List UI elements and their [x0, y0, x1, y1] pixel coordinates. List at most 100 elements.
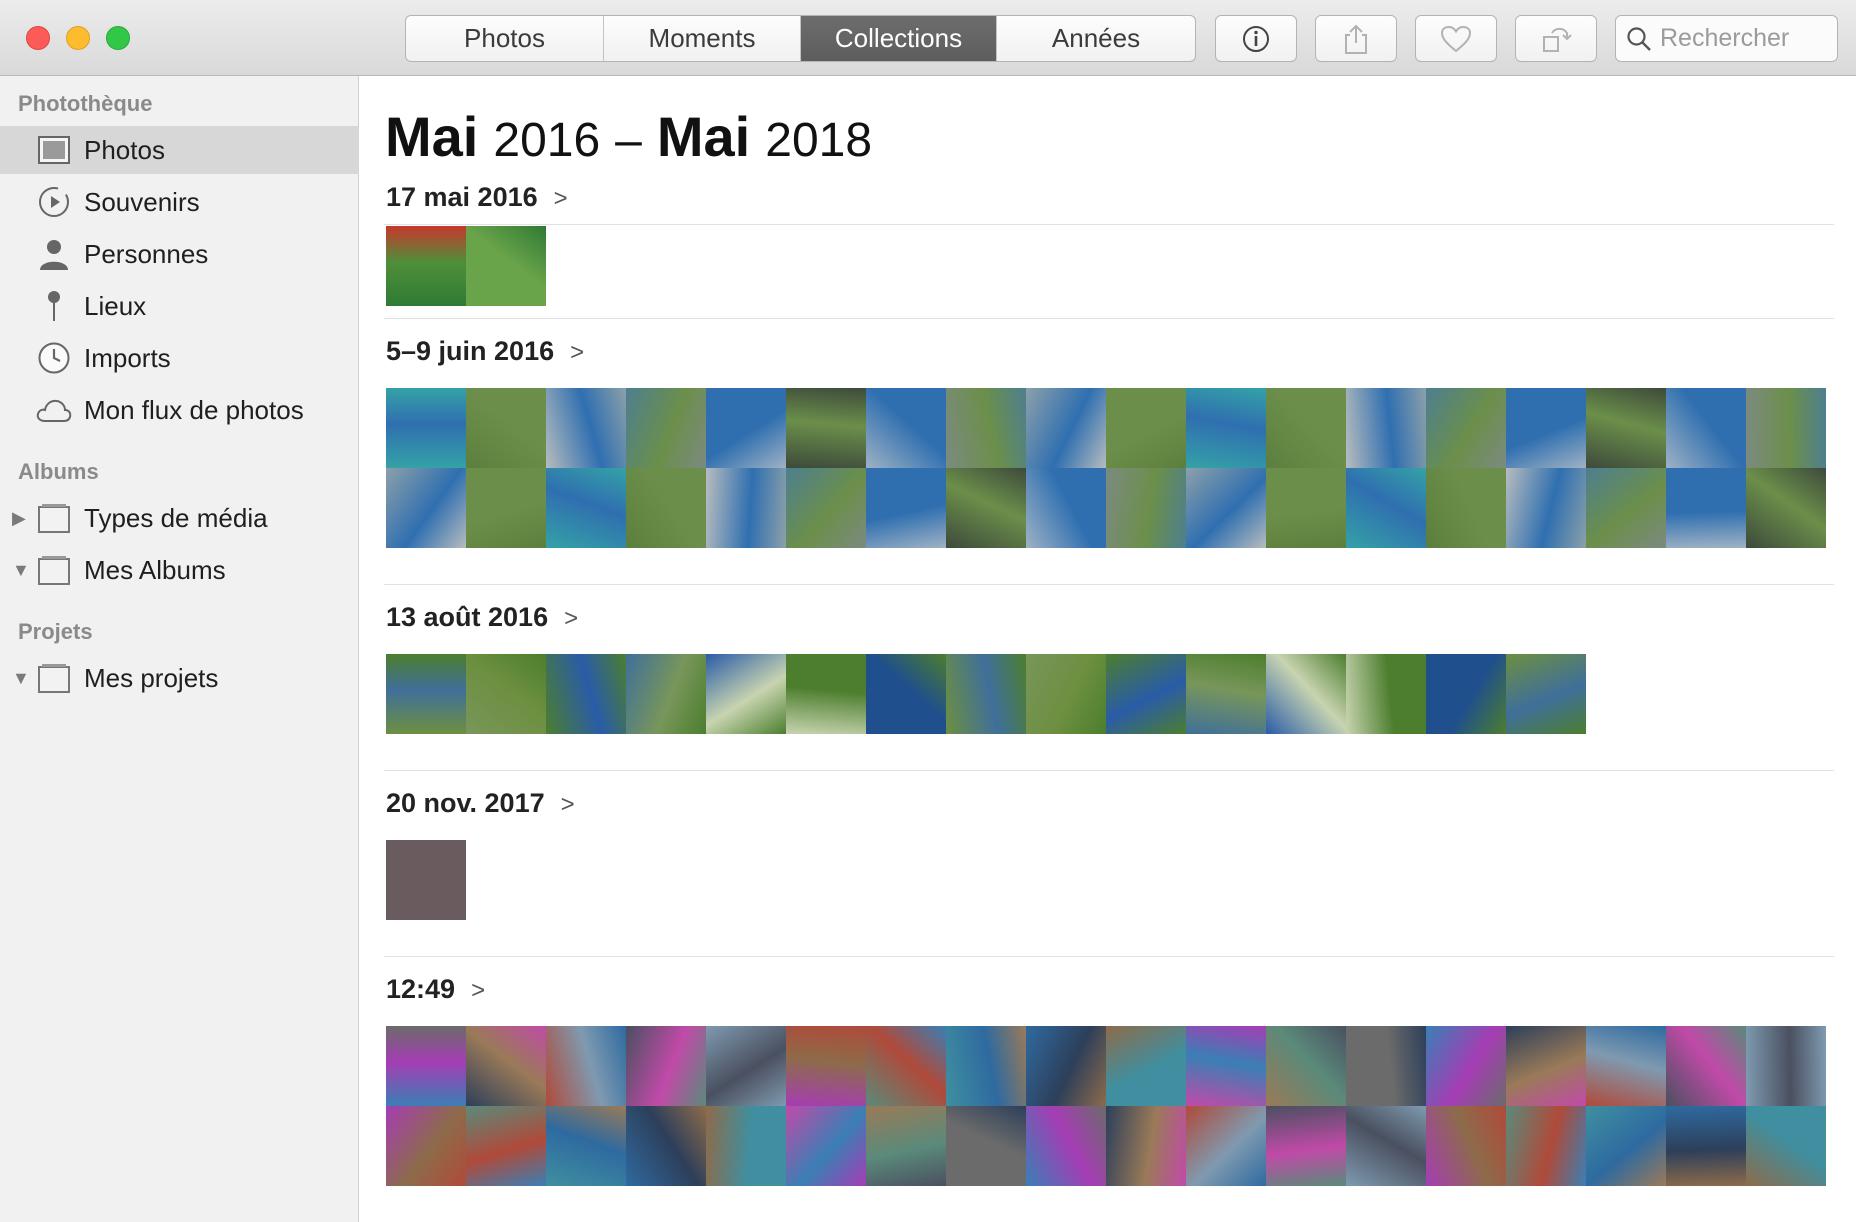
photo-thumbnail[interactable] [786, 388, 866, 468]
photo-thumbnail[interactable] [946, 468, 1026, 548]
photo-thumbnail[interactable] [1266, 654, 1346, 734]
photo-thumbnail[interactable] [1026, 654, 1106, 734]
photo-thumbnail[interactable] [1426, 1106, 1506, 1186]
photo-thumbnail[interactable] [1746, 388, 1826, 468]
chevron-right-icon[interactable]: > [554, 185, 568, 213]
photo-thumbnail[interactable] [466, 226, 546, 306]
tab-collections[interactable]: Collections [801, 16, 997, 61]
photo-thumbnail[interactable] [626, 654, 706, 734]
photo-thumbnail[interactable] [946, 654, 1026, 734]
photo-thumbnail[interactable] [1026, 1106, 1106, 1186]
photo-thumbnail[interactable] [1346, 468, 1426, 548]
photo-thumbnail[interactable] [1506, 654, 1586, 734]
photo-thumbnail[interactable] [386, 468, 466, 548]
disclosure-down-icon[interactable]: ▼ [12, 668, 30, 689]
photo-thumbnail[interactable] [1346, 1026, 1426, 1106]
photo-thumbnail[interactable] [626, 388, 706, 468]
sidebar-item-imports[interactable]: Imports [0, 334, 359, 382]
photo-thumbnail[interactable] [546, 468, 626, 548]
photo-thumbnail[interactable] [386, 654, 466, 734]
photo-thumbnail[interactable] [1106, 1026, 1186, 1106]
sidebar-item-mes-projets[interactable]: ▼ Mes projets [0, 654, 359, 702]
minimize-window-button[interactable] [66, 26, 90, 50]
chevron-right-icon[interactable]: > [561, 791, 575, 819]
photo-thumbnail[interactable] [1186, 388, 1266, 468]
photo-thumbnail[interactable] [626, 1106, 706, 1186]
collection-header[interactable]: 17 mai 2016 > [386, 182, 568, 213]
sidebar-item-photos[interactable]: Photos [0, 126, 359, 174]
photo-thumbnail[interactable] [1426, 654, 1506, 734]
tab-photos[interactable]: Photos [406, 16, 604, 61]
sidebar-item-lieux[interactable]: Lieux [0, 282, 359, 330]
photo-thumbnail[interactable] [466, 1106, 546, 1186]
sidebar-item-types-de-media[interactable]: ▶ Types de média [0, 494, 359, 542]
photo-thumbnail[interactable] [706, 1026, 786, 1106]
photo-thumbnail[interactable] [1346, 1106, 1426, 1186]
photo-thumbnail[interactable] [1586, 468, 1666, 548]
photo-thumbnail[interactable] [1666, 1106, 1746, 1186]
photo-thumbnail[interactable] [386, 388, 466, 468]
photo-thumbnail[interactable] [1346, 654, 1426, 734]
search-input[interactable] [1660, 24, 1830, 53]
photo-thumbnail[interactable] [1426, 1026, 1506, 1106]
photo-thumbnail[interactable] [1186, 654, 1266, 734]
photo-thumbnail[interactable] [546, 388, 626, 468]
photo-thumbnail[interactable] [626, 468, 706, 548]
photo-thumbnail[interactable] [1666, 388, 1746, 468]
collection-header[interactable]: 5–9 juin 2016 > [386, 336, 584, 367]
photo-thumbnail[interactable] [946, 388, 1026, 468]
photo-thumbnail[interactable] [786, 1106, 866, 1186]
photo-thumbnail[interactable] [546, 1106, 626, 1186]
photo-thumbnail[interactable] [866, 468, 946, 548]
photo-thumbnail[interactable] [1106, 468, 1186, 548]
photo-thumbnail[interactable] [706, 468, 786, 548]
photo-thumbnail[interactable] [1186, 1026, 1266, 1106]
photo-thumbnail[interactable] [1506, 388, 1586, 468]
photo-thumbnail[interactable] [1266, 1026, 1346, 1106]
chevron-right-icon[interactable]: > [564, 605, 578, 633]
photo-thumbnail[interactable] [1026, 1026, 1106, 1106]
photo-thumbnail[interactable] [786, 468, 866, 548]
photo-thumbnail[interactable] [1666, 1026, 1746, 1106]
photo-thumbnail[interactable] [1346, 388, 1426, 468]
photo-thumbnail[interactable] [626, 1026, 706, 1106]
photo-thumbnail[interactable] [866, 1106, 946, 1186]
photo-thumbnail[interactable] [466, 468, 546, 548]
photo-thumbnail[interactable] [866, 1026, 946, 1106]
info-button[interactable] [1215, 15, 1297, 62]
photo-thumbnail[interactable] [1746, 1106, 1826, 1186]
photo-thumbnail[interactable] [706, 388, 786, 468]
share-button[interactable] [1315, 15, 1397, 62]
sidebar-item-souvenirs[interactable]: Souvenirs [0, 178, 359, 226]
photo-thumbnail[interactable] [546, 654, 626, 734]
disclosure-right-icon[interactable]: ▶ [12, 508, 26, 529]
close-window-button[interactable] [26, 26, 50, 50]
photo-thumbnail[interactable] [1506, 1106, 1586, 1186]
tab-moments[interactable]: Moments [604, 16, 801, 61]
photo-thumbnail[interactable] [1026, 468, 1106, 548]
photo-thumbnail[interactable] [1426, 388, 1506, 468]
photo-thumbnail[interactable] [1106, 388, 1186, 468]
photo-thumbnail[interactable] [1266, 468, 1346, 548]
photo-thumbnail[interactable] [1506, 1026, 1586, 1106]
photo-thumbnail[interactable] [1186, 468, 1266, 548]
photo-thumbnail[interactable] [1586, 1026, 1666, 1106]
disclosure-down-icon[interactable]: ▼ [12, 560, 30, 581]
sidebar-item-personnes[interactable]: Personnes [0, 230, 359, 278]
photo-thumbnail[interactable] [1106, 1106, 1186, 1186]
collection-header[interactable]: 12:49 > [386, 974, 485, 1005]
photo-thumbnail[interactable] [466, 388, 546, 468]
photo-thumbnail[interactable] [706, 1106, 786, 1186]
chevron-right-icon[interactable]: > [471, 977, 485, 1005]
photo-thumbnail[interactable] [786, 1026, 866, 1106]
sidebar-item-mes-albums[interactable]: ▼ Mes Albums [0, 546, 359, 594]
zoom-window-button[interactable] [106, 26, 130, 50]
photo-thumbnail[interactable] [706, 654, 786, 734]
photo-thumbnail[interactable] [466, 654, 546, 734]
photo-thumbnail[interactable] [1106, 654, 1186, 734]
photo-thumbnail[interactable] [1426, 468, 1506, 548]
photo-thumbnail[interactable] [1586, 1106, 1666, 1186]
photo-thumbnail[interactable] [386, 840, 466, 920]
photo-thumbnail[interactable] [1266, 388, 1346, 468]
search-field[interactable] [1615, 15, 1838, 62]
